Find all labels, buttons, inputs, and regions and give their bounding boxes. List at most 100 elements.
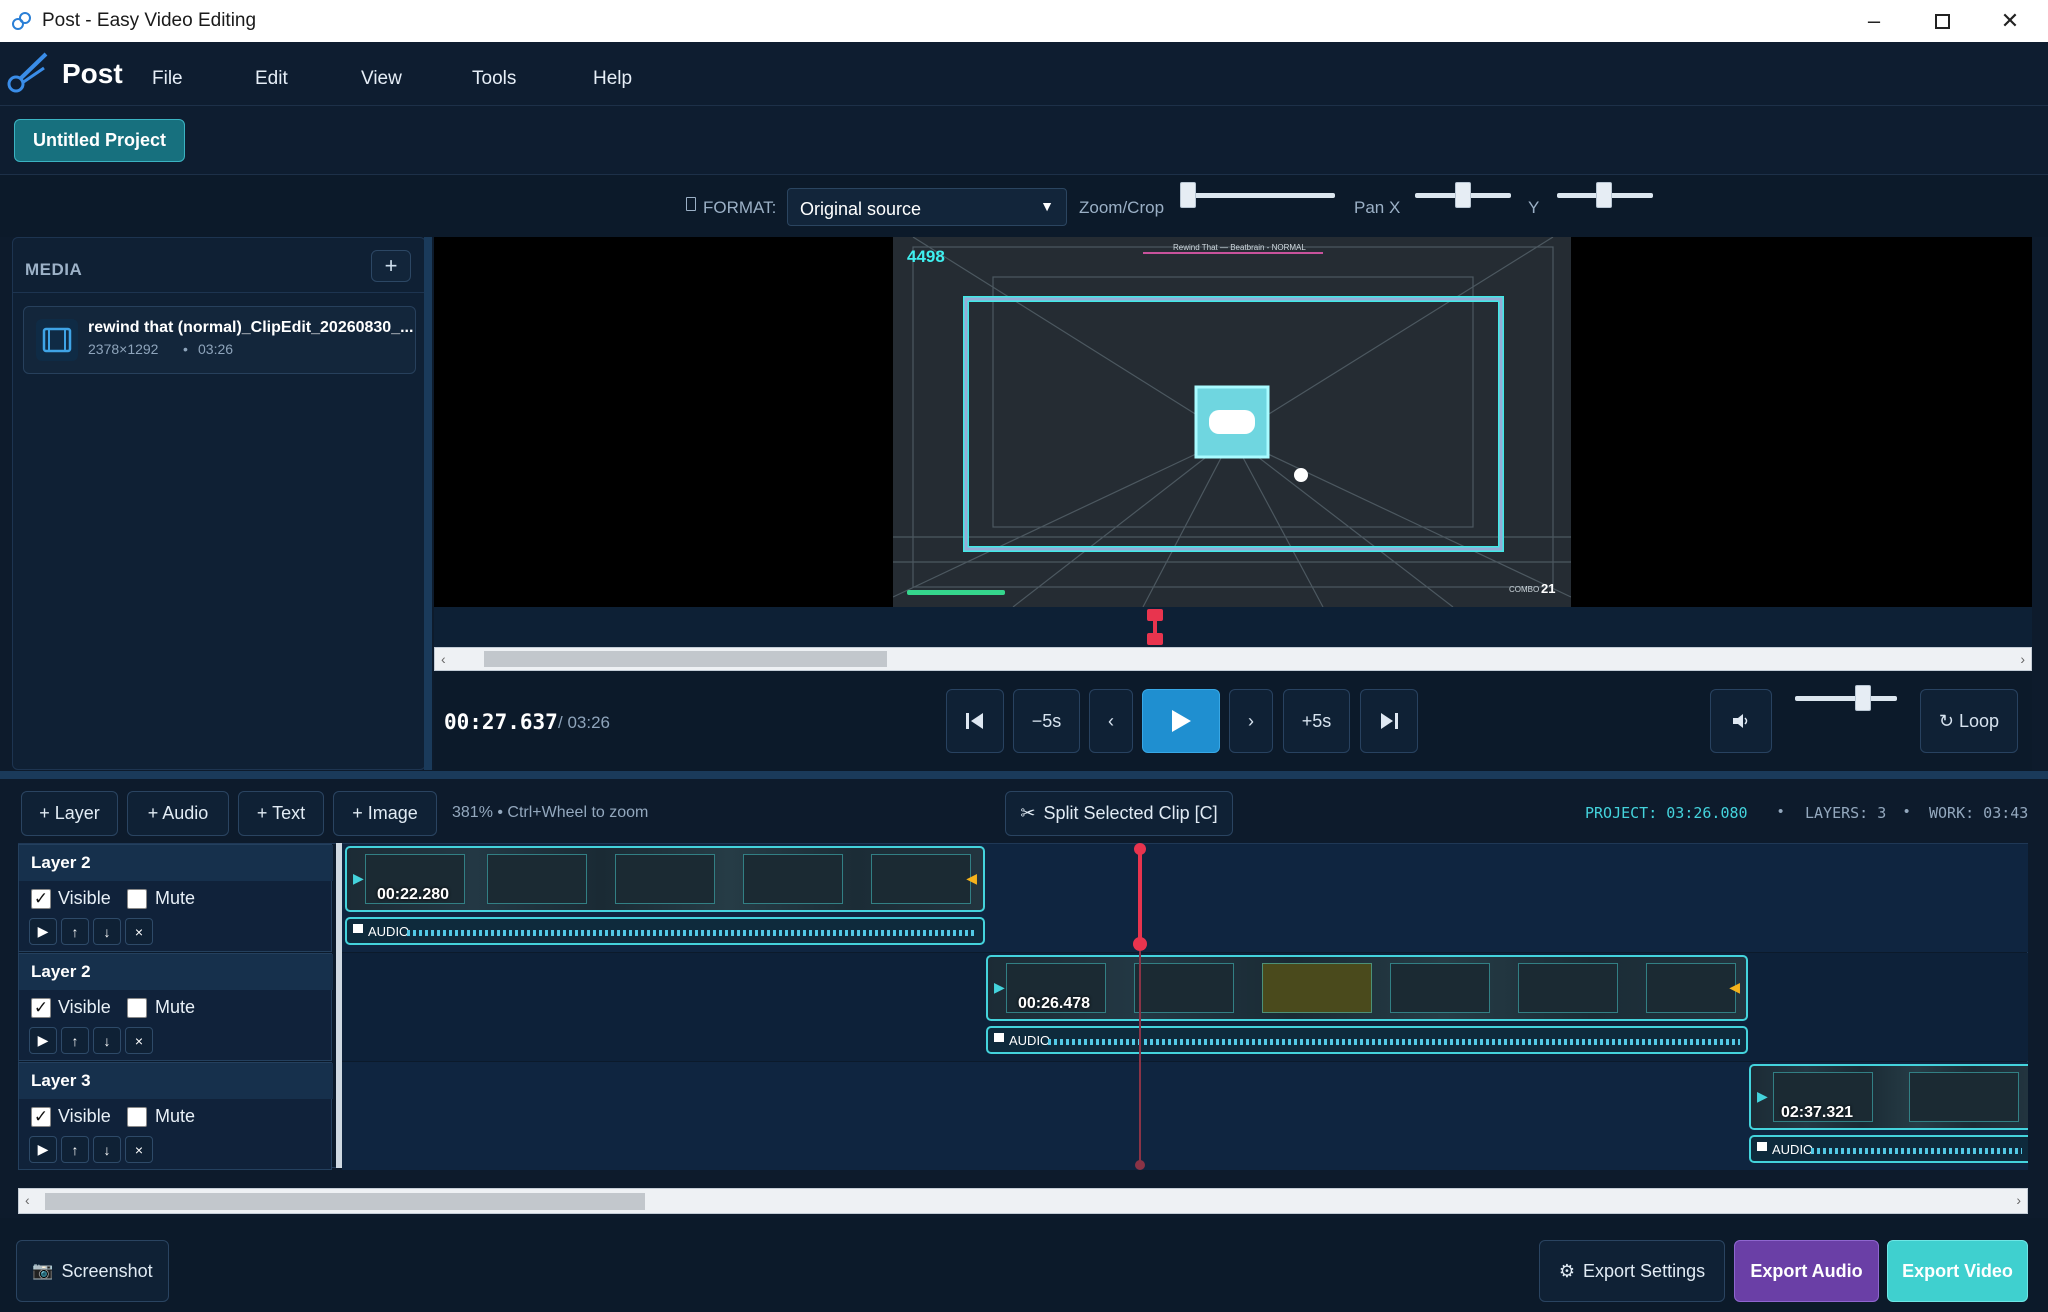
mute-label: Mute	[155, 1106, 196, 1126]
menu-edit[interactable]: Edit	[255, 68, 288, 90]
video-frame-image	[893, 237, 1571, 607]
add-media-button[interactable]: +	[371, 250, 411, 282]
menu-help[interactable]: Help	[593, 68, 632, 90]
timeline-splitter[interactable]	[0, 771, 2048, 779]
export-video-button[interactable]: Export Video	[1887, 1240, 2028, 1302]
combo-label: COMBO	[1509, 585, 1540, 594]
export-settings-button[interactable]: ⚙ Export Settings	[1539, 1240, 1725, 1302]
back-5s-button[interactable]: −5s	[1013, 689, 1080, 753]
clip-start-handle-icon[interactable]: ▶	[994, 979, 1005, 996]
timeline-scrollbar[interactable]: ‹ ›	[18, 1188, 2028, 1214]
track-delete-button[interactable]: ×	[125, 1136, 153, 1163]
track-move-up-button[interactable]: ↑	[61, 1136, 89, 1163]
clip-thumbnail	[1134, 963, 1234, 1013]
scrub-bar[interactable]	[434, 607, 2032, 647]
mute-checkbox[interactable]	[127, 998, 147, 1018]
menu-tools[interactable]: Tools	[472, 68, 516, 90]
playhead-line[interactable]	[1138, 851, 1142, 943]
scroll-right-icon[interactable]: ›	[2020, 651, 2025, 667]
combo-value: 21	[1541, 581, 1556, 596]
playhead-handle[interactable]	[1134, 843, 1146, 855]
loop-button[interactable]: ↻ Loop	[1920, 689, 2018, 753]
track-move-down-button[interactable]: ↓	[93, 918, 121, 945]
format-select[interactable]: Original source ▼	[787, 188, 1067, 226]
preview-scroll-thumb[interactable]	[484, 651, 887, 667]
prev-frame-button[interactable]: ‹	[1089, 689, 1133, 753]
split-clip-button[interactable]: ✂ Split Selected Clip [C]	[1005, 791, 1233, 836]
panel-resize-handle[interactable]	[424, 237, 432, 770]
export-audio-button[interactable]: Export Audio	[1734, 1240, 1879, 1302]
skip-start-button[interactable]	[946, 689, 1004, 753]
visible-checkbox[interactable]: ✓	[31, 1107, 51, 1127]
video-clip[interactable]: ▶ ◀ 00:22.280	[345, 846, 985, 912]
clip-start-handle-icon[interactable]: ▶	[1757, 1088, 1768, 1105]
timeline-scroll-thumb[interactable]	[45, 1193, 645, 1210]
zoom-crop-slider[interactable]	[1183, 193, 1335, 198]
next-frame-button[interactable]: ›	[1229, 689, 1273, 753]
track-play-button[interactable]: ▶	[29, 1136, 57, 1163]
video-clip[interactable]: ▶ ◀ 00:26.478	[986, 955, 1748, 1021]
maximize-button[interactable]	[1908, 0, 1976, 42]
project-duration: PROJECT: 03:26.080	[1585, 804, 1748, 822]
menu-view[interactable]: View	[361, 68, 402, 90]
video-preview[interactable]: 4498 Rewind That — Beatbrain - NORMAL CO…	[434, 237, 2032, 607]
scroll-right-icon[interactable]: ›	[2016, 1192, 2021, 1208]
track-move-up-button[interactable]: ↑	[61, 918, 89, 945]
audio-waveform	[407, 930, 977, 936]
window-title: Post - Easy Video Editing	[42, 10, 257, 31]
clip-end-handle-icon[interactable]: ◀	[1729, 979, 1740, 996]
add-text-button[interactable]: + Text	[238, 791, 324, 836]
mute-checkbox[interactable]	[127, 889, 147, 909]
media-item[interactable]: rewind that (normal)_ClipEdit_20260830_.…	[23, 306, 416, 374]
track-play-button[interactable]: ▶	[29, 918, 57, 945]
add-audio-button[interactable]: + Audio	[127, 791, 229, 836]
mute-checkbox[interactable]	[127, 1107, 147, 1127]
track-name: Layer 3	[19, 1063, 333, 1099]
volume-slider[interactable]	[1795, 696, 1897, 701]
work-duration: WORK: 03:43	[1929, 804, 2029, 822]
stat-sep: •	[1778, 803, 1784, 820]
visible-checkbox[interactable]: ✓	[31, 998, 51, 1018]
scrub-marker-top[interactable]	[1147, 609, 1163, 621]
volume-button[interactable]	[1710, 689, 1772, 753]
scroll-left-icon[interactable]: ‹	[25, 1192, 30, 1208]
project-name-button[interactable]: Untitled Project	[14, 119, 185, 162]
forward-5s-button[interactable]: +5s	[1283, 689, 1350, 753]
visible-checkbox[interactable]: ✓	[31, 889, 51, 909]
clip-start-time: 00:22.280	[377, 886, 450, 903]
pan-y-slider-thumb[interactable]	[1596, 182, 1612, 208]
track-move-down-button[interactable]: ↓	[93, 1136, 121, 1163]
menubar: Post File Edit View Tools Help	[0, 42, 2048, 106]
track-name: Layer 2	[19, 845, 333, 881]
track-delete-button[interactable]: ×	[125, 918, 153, 945]
scissors-icon: ✂	[1020, 803, 1036, 823]
clip-end-handle-icon[interactable]: ◀	[966, 870, 977, 887]
scrub-marker-bottom[interactable]	[1147, 633, 1163, 645]
skip-end-button[interactable]	[1360, 689, 1418, 753]
clip-thumbnail	[1909, 1072, 2019, 1122]
audio-clip[interactable]: AUDIO	[986, 1026, 1748, 1054]
screenshot-button[interactable]: 📷 Screenshot	[16, 1240, 169, 1302]
visible-label: Visible	[58, 997, 111, 1017]
add-layer-button[interactable]: + Layer	[21, 791, 118, 836]
track-move-down-button[interactable]: ↓	[93, 1027, 121, 1054]
track-play-button[interactable]: ▶	[29, 1027, 57, 1054]
close-button[interactable]: ✕	[1976, 0, 2044, 42]
scroll-left-icon[interactable]: ‹	[441, 651, 446, 667]
play-button[interactable]	[1142, 689, 1220, 753]
playhead-marker[interactable]	[1133, 937, 1147, 951]
audio-clip[interactable]: AUDIO	[345, 917, 985, 945]
preview-scrollbar[interactable]: ‹ ›	[434, 647, 2032, 671]
track-move-up-button[interactable]: ↑	[61, 1027, 89, 1054]
menu-file[interactable]: File	[152, 68, 183, 90]
video-clip[interactable]: ▶ 02:37.321	[1749, 1064, 2028, 1130]
zoom-crop-slider-thumb[interactable]	[1180, 182, 1196, 208]
audio-clip[interactable]: AUDIO	[1749, 1135, 2028, 1163]
current-time: 00:27.637	[444, 710, 558, 734]
track-delete-button[interactable]: ×	[125, 1027, 153, 1054]
volume-slider-thumb[interactable]	[1855, 685, 1871, 711]
clip-start-handle-icon[interactable]: ▶	[353, 870, 364, 887]
pan-x-slider-thumb[interactable]	[1455, 182, 1471, 208]
minimize-button[interactable]: –	[1840, 0, 1908, 42]
add-image-button[interactable]: + Image	[333, 791, 437, 836]
